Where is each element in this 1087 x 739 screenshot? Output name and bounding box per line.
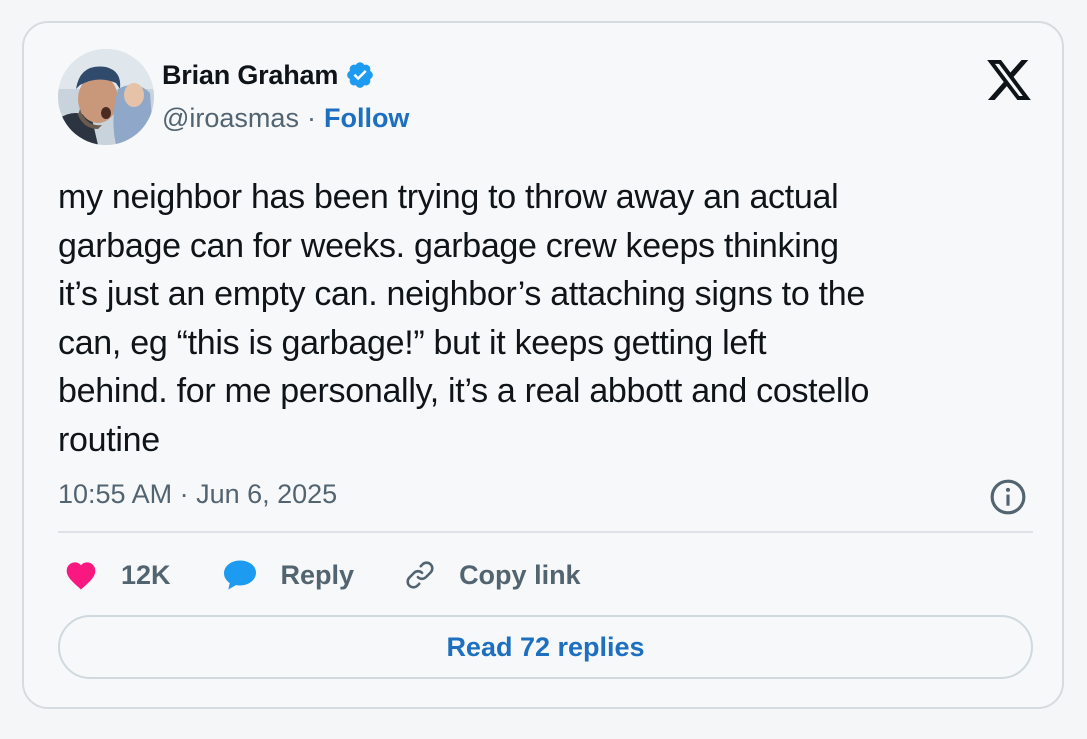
verified-badge-icon: [347, 62, 373, 88]
like-button[interactable]: 12K: [64, 560, 171, 591]
heart-icon: [66, 562, 96, 590]
info-icon[interactable]: [989, 478, 1027, 516]
tweet-timestamp[interactable]: 10:55 AM · Jun 6, 2025: [58, 474, 337, 514]
avatar[interactable]: [58, 49, 154, 145]
follow-link[interactable]: Follow: [324, 103, 409, 134]
action-bar: 12K Reply Copy link: [64, 551, 581, 599]
author-name[interactable]: Brian Graham: [162, 60, 338, 91]
handle-row: @iroasmas · Follow: [162, 101, 409, 135]
reply-label: Reply: [280, 559, 355, 590]
copy-link-label: Copy link: [459, 559, 581, 590]
author-name-row: Brian Graham: [162, 56, 375, 94]
separator-dot: ·: [306, 102, 316, 133]
speech-bubble-icon: [223, 560, 256, 590]
link-icon: [406, 561, 434, 589]
tweet-text: my neighbor has been trying to throw awa…: [58, 178, 870, 459]
divider: [58, 531, 1033, 533]
author-handle[interactable]: @iroasmas: [162, 103, 299, 134]
tweet-card: Brian Graham @iroasmas · Follow my neigh…: [22, 21, 1064, 709]
copy-link-button[interactable]: Copy link: [403, 558, 581, 592]
reply-button[interactable]: Reply: [222, 559, 355, 591]
like-count: 12K: [121, 559, 171, 590]
x-logo-icon[interactable]: [987, 60, 1031, 100]
read-replies-button[interactable]: Read 72 replies: [58, 615, 1033, 679]
